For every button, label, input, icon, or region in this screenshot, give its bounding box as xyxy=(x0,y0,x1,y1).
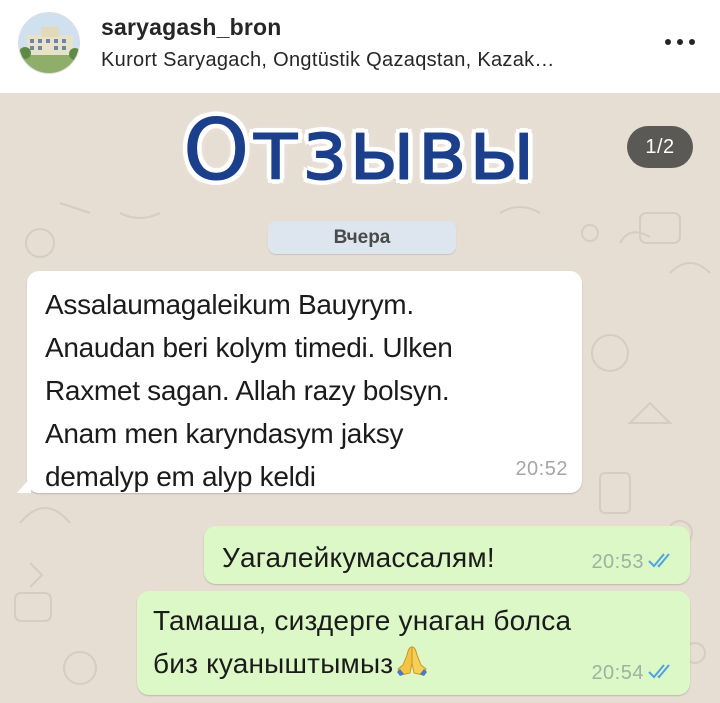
more-horizontal-icon xyxy=(665,39,671,45)
message-timestamp: 20:53 xyxy=(591,551,644,573)
message-line: Anam men karyndasym jaksy xyxy=(45,418,404,449)
more-horizontal-icon-dot xyxy=(689,39,695,45)
reviews-title: Отзывы xyxy=(183,101,537,200)
message-timestamp: 20:54 xyxy=(591,662,644,684)
incoming-message-bubble: Assalaumagaleikum Bauyrym. Anaudan beri … xyxy=(17,271,582,493)
message-timestamp: 20:52 xyxy=(515,458,568,480)
post-image[interactable]: Отзывы 1/2 Вчера Assalaumagaleikum Bauyr… xyxy=(0,93,720,703)
more-horizontal-icon-dot xyxy=(677,39,683,45)
message-line: Raxmet sagan. Allah razy bolsyn. xyxy=(45,375,450,406)
message-line: Assalaumagaleikum Bauyrym. xyxy=(45,289,414,320)
outgoing-message-bubble: Тамаша, сиздерге унаган болса биз куаныш… xyxy=(137,591,690,695)
message-line: Anaudan beri kolym timedi. Ulken xyxy=(45,332,453,363)
chat-date-label: Вчера xyxy=(268,221,456,254)
double-check-read-icon xyxy=(648,553,670,568)
profile-avatar[interactable] xyxy=(18,12,80,74)
message-text: биз куаныштымыз xyxy=(153,648,394,679)
post-header: saryagash_bron Kurort Saryagach, Ongtüst… xyxy=(0,0,720,93)
message-line: demalyp em alyp keldi xyxy=(45,461,316,492)
double-check-read-icon xyxy=(648,664,670,679)
resort-building-icon xyxy=(19,13,79,73)
folded-hands-emoji-icon xyxy=(397,646,428,676)
carousel-page-indicator: 1/2 xyxy=(627,126,693,168)
account-username[interactable]: saryagash_bron xyxy=(101,14,282,41)
outgoing-message-bubble: Уагалейкумассалям! 20:53 xyxy=(204,526,690,584)
post-location[interactable]: Kurort Saryagach, Ongtüstik Qazaqstan, K… xyxy=(101,49,555,72)
more-options-button[interactable] xyxy=(662,24,698,60)
message-line: Тамаша, сиздерге унаган болса xyxy=(153,605,572,636)
